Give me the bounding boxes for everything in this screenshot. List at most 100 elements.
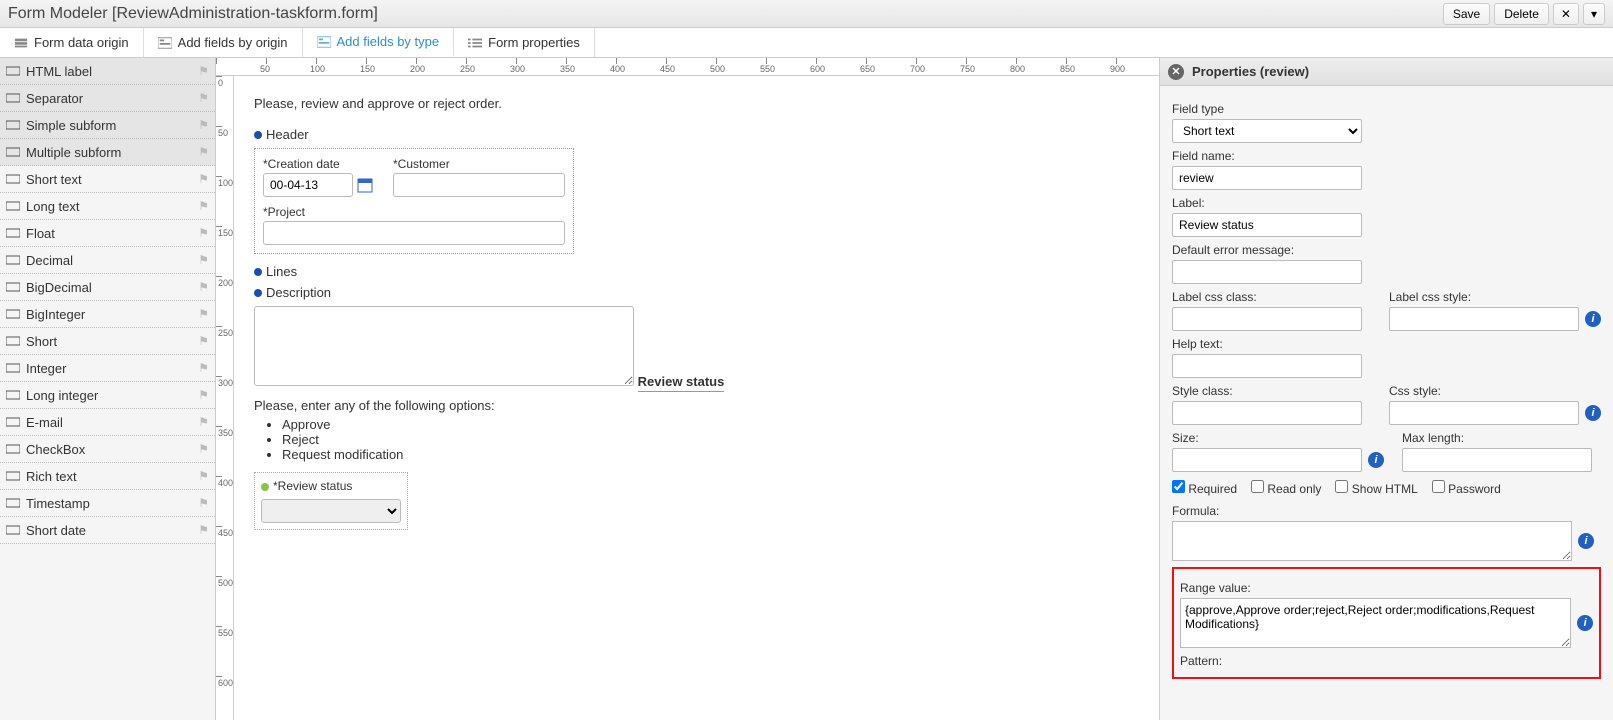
style-class-input[interactable]	[1172, 401, 1362, 425]
vertical-ruler: 0501001502002503003504004505005506006507…	[216, 76, 234, 720]
palette-item[interactable]: Integer⚑	[0, 355, 215, 382]
label-css-style-input[interactable]	[1389, 307, 1579, 331]
tab-add-fields-origin[interactable]: Add fields by origin	[144, 28, 303, 57]
close-button[interactable]: ✕	[1553, 3, 1579, 25]
field-type-select[interactable]: Short text	[1172, 119, 1362, 143]
stack-icon	[14, 37, 28, 49]
title-actions: Save Delete ✕ ▾	[1443, 3, 1605, 25]
creation-date-input[interactable]	[263, 173, 353, 197]
label-css-class-input[interactable]	[1172, 307, 1362, 331]
html-icon	[6, 65, 20, 77]
menu-caret-button[interactable]: ▾	[1583, 3, 1605, 25]
field-palette: HTML label⚑Separator⚑Simple subform⚑Mult…	[0, 58, 216, 720]
palette-item[interactable]: BigInteger ⚑	[0, 301, 215, 328]
readonly-checkbox[interactable]: Read only	[1251, 480, 1321, 496]
review-status-select[interactable]	[261, 499, 401, 523]
calendar-icon[interactable]	[357, 177, 373, 193]
palette-item[interactable]: CheckBox ⚑	[0, 436, 215, 463]
palette-item[interactable]: Short date ⚑	[0, 517, 215, 544]
palette-label: Long integer	[26, 388, 98, 403]
palette-label: CheckBox	[26, 442, 85, 457]
palette-item[interactable]: E-mail⚑	[0, 409, 215, 436]
option-item: Request modification	[282, 447, 1139, 462]
tab-form-properties[interactable]: Form properties	[454, 28, 595, 57]
info-icon[interactable]: i	[1578, 533, 1594, 549]
info-icon[interactable]: i	[1368, 452, 1384, 468]
properties-header: ✕ Properties (review)	[1160, 58, 1613, 86]
palette-item[interactable]: Rich text⚑	[0, 463, 215, 490]
palette-item[interactable]: Short⚑	[0, 328, 215, 355]
help-text-input[interactable]	[1172, 354, 1362, 378]
header-label: Header	[266, 127, 309, 142]
info-icon[interactable]: i	[1585, 311, 1601, 327]
info-icon[interactable]: i	[1585, 405, 1601, 421]
checkbox-row: Required Read only Show HTML Password	[1172, 480, 1601, 496]
palette-item[interactable]: Simple subform⚑	[0, 112, 215, 139]
description-textarea[interactable]	[254, 306, 634, 386]
formula-label: Formula:	[1172, 504, 1601, 518]
review-status-label: *Review status	[273, 479, 352, 493]
delete-button[interactable]: Delete	[1494, 3, 1549, 25]
canvas-area: 0501001502002503003504004505005506006507…	[216, 58, 1159, 720]
flag-icon: ⚑	[198, 523, 209, 537]
flag-icon: ⚑	[198, 442, 209, 456]
customer-label: *Customer	[393, 157, 565, 171]
flag-icon: ⚑	[198, 280, 209, 294]
text-icon	[6, 227, 20, 239]
palette-item[interactable]: Timestamp⚑	[0, 490, 215, 517]
email-icon	[6, 416, 20, 428]
tab-label: Form properties	[488, 35, 580, 50]
label-input[interactable]	[1172, 213, 1362, 237]
palette-item[interactable]: Decimal⚑	[0, 247, 215, 274]
intro-text: Please, review and approve or reject ord…	[254, 96, 1139, 111]
flag-icon: ⚑	[198, 172, 209, 186]
showhtml-checkbox[interactable]: Show HTML	[1335, 480, 1417, 496]
flag-icon: ⚑	[198, 496, 209, 510]
palette-item[interactable]: Long text⚑	[0, 193, 215, 220]
tab-add-fields-type[interactable]: Add fields by type	[303, 28, 455, 57]
palette-item[interactable]: Long integer⚑	[0, 382, 215, 409]
palette-item[interactable]: HTML label⚑	[0, 58, 215, 85]
close-panel-button[interactable]: ✕	[1168, 64, 1184, 80]
formula-textarea[interactable]	[1172, 521, 1572, 561]
required-checkbox[interactable]: Required	[1172, 480, 1237, 496]
flag-icon: ⚑	[198, 307, 209, 321]
flag-icon: ⚑	[198, 361, 209, 375]
palette-label: Float	[26, 226, 55, 241]
css-style-label: Css style:	[1389, 384, 1601, 398]
form-icon	[158, 37, 172, 49]
palette-label: BigInteger	[26, 307, 85, 322]
palette-item[interactable]: BigDecimal⚑	[0, 274, 215, 301]
password-checkbox[interactable]: Password	[1432, 480, 1501, 496]
palette-label: Short	[26, 334, 57, 349]
text-icon	[6, 281, 20, 293]
palette-item[interactable]: Separator⚑	[0, 85, 215, 112]
max-length-input[interactable]	[1402, 448, 1592, 472]
text-icon	[6, 173, 20, 185]
palette-item[interactable]: Short text ⚑	[0, 166, 215, 193]
error-msg-label: Default error message:	[1172, 243, 1601, 257]
size-input[interactable]	[1172, 448, 1362, 472]
separator-icon	[6, 92, 20, 104]
options-list: ApproveRejectRequest modification	[282, 417, 1139, 462]
palette-item[interactable]: Float⚑	[0, 220, 215, 247]
max-length-label: Max length:	[1402, 431, 1601, 445]
css-style-input[interactable]	[1389, 401, 1579, 425]
field-type-label: Field type	[1172, 102, 1601, 116]
range-value-textarea[interactable]	[1180, 598, 1571, 648]
customer-input[interactable]	[393, 173, 565, 197]
pattern-label: Pattern:	[1180, 654, 1593, 668]
palette-item[interactable]: Multiple subform⚑	[0, 139, 215, 166]
project-input[interactable]	[263, 221, 565, 245]
error-msg-input[interactable]	[1172, 260, 1362, 284]
palette-label: Short text	[26, 172, 82, 187]
creation-date-label: *Creation date	[263, 157, 383, 171]
field-name-input[interactable]	[1172, 166, 1362, 190]
form-canvas[interactable]: Please, review and approve or reject ord…	[234, 76, 1159, 720]
tab-form-data-origin[interactable]: Form data origin	[0, 28, 144, 57]
info-icon[interactable]: i	[1577, 615, 1593, 631]
dot-icon	[254, 289, 262, 297]
subform-icon	[6, 119, 20, 131]
palette-label: Short date	[26, 523, 86, 538]
save-button[interactable]: Save	[1443, 3, 1490, 25]
